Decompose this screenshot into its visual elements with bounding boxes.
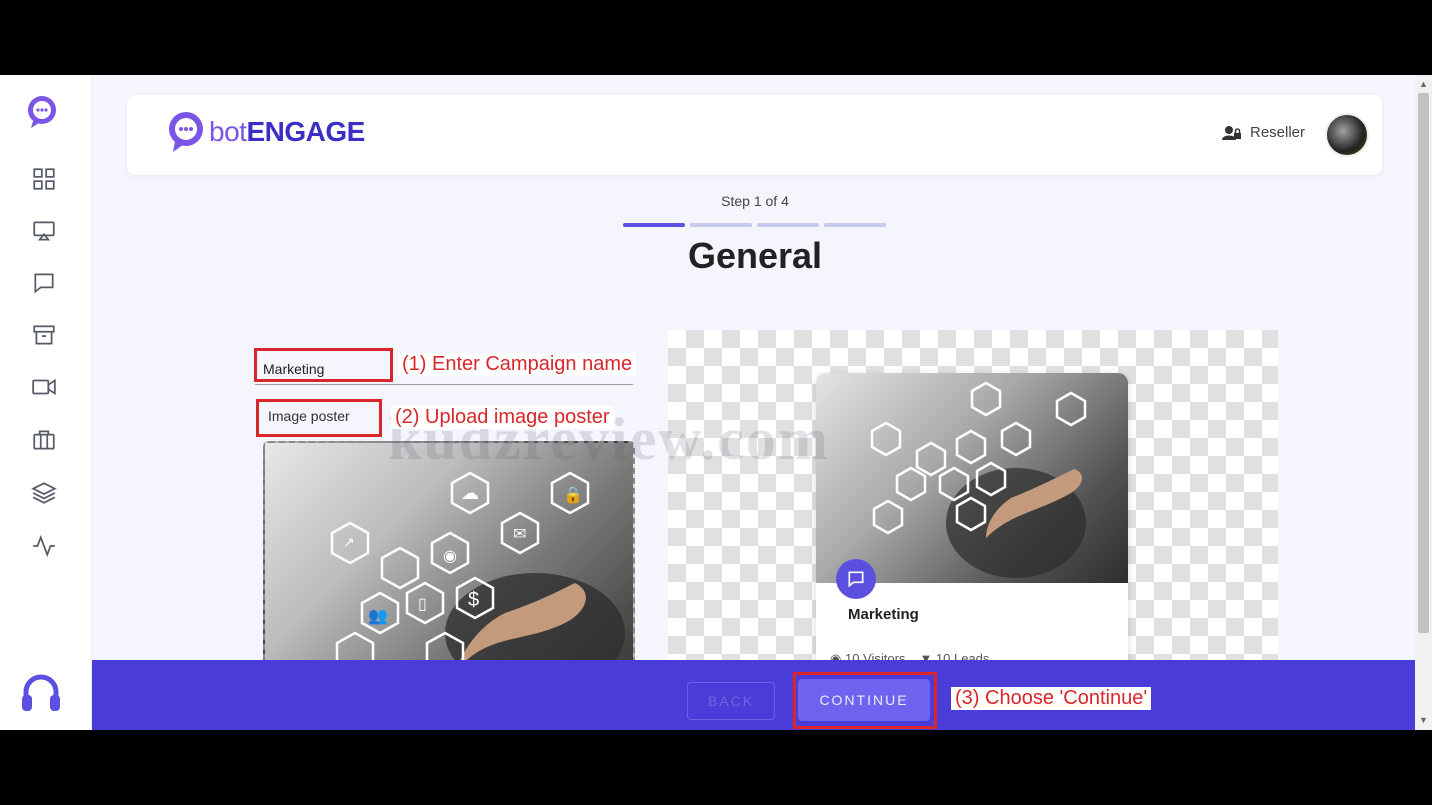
step-progress (623, 223, 886, 227)
scroll-up-arrow-icon[interactable]: ▲ (1419, 79, 1428, 89)
annotation-box-image-poster (256, 399, 382, 437)
archive-box-icon[interactable] (28, 319, 60, 351)
chat-logo-icon (169, 112, 203, 152)
top-header: botENGAGE Reseller (127, 95, 1382, 175)
layers-icon[interactable] (28, 477, 60, 509)
reseller-label: Reseller (1250, 124, 1306, 141)
scroll-down-arrow-icon[interactable]: ▼ (1419, 715, 1428, 725)
svg-text:☁: ☁ (461, 483, 479, 503)
video-camera-icon[interactable] (28, 371, 60, 403)
scrollbar-thumb[interactable] (1418, 93, 1429, 633)
poster-image: ☁ 🔒 ◉ ✉ $ ▯ 👥 ↗ (330, 471, 625, 669)
preview-card-title: Marketing (848, 606, 919, 623)
brand-name: botENGAGE (209, 116, 365, 147)
step-bar-1 (623, 223, 685, 227)
step-bar-2 (690, 223, 752, 227)
reseller-menu[interactable]: Reseller (1222, 124, 1305, 141)
svg-text:✉: ✉ (513, 526, 526, 543)
svg-text:👥: 👥 (368, 608, 388, 625)
back-button[interactable]: BACK (687, 682, 775, 720)
headphones-icon[interactable] (18, 670, 64, 716)
annotation-step1: (1) Enter Campaign name (398, 353, 637, 376)
chat-bubble-icon (836, 559, 876, 599)
wizard-footer: BACK CONTINUE (92, 660, 1415, 730)
svg-text:$: $ (468, 589, 479, 611)
annotation-step3: (3) Choose 'Continue' (951, 687, 1152, 710)
step-bar-3 (757, 223, 819, 227)
svg-text:▯: ▯ (418, 596, 427, 613)
user-avatar[interactable] (1325, 113, 1369, 157)
annotation-step2: (2) Upload image poster (391, 406, 614, 429)
step-bar-4 (824, 223, 886, 227)
preview-card: Marketing ◉ 10 Visitors ▼ 10 Leads (816, 373, 1128, 673)
brand-logo[interactable]: botENGAGE (167, 111, 365, 153)
preview-card-image (816, 373, 1128, 583)
sidebar (0, 75, 92, 730)
vertical-scrollbar[interactable]: ▲ ▼ (1415, 75, 1432, 730)
step-indicator-label: Step 1 of 4 (721, 193, 789, 209)
botengage-logo-icon[interactable] (25, 95, 59, 129)
svg-text:↗: ↗ (343, 534, 355, 550)
user-lock-icon (1222, 125, 1241, 140)
dashboard-grid-icon[interactable] (28, 163, 60, 195)
annotation-box-continue (793, 672, 937, 729)
svg-text:◉: ◉ (443, 548, 457, 565)
activity-pulse-icon[interactable] (28, 530, 60, 562)
app-screen: botENGAGE Reseller Step 1 of 4 General I… (0, 75, 1432, 730)
svg-text:🔒: 🔒 (563, 486, 583, 504)
briefcase-icon[interactable] (28, 424, 60, 456)
annotation-box-campaign-name (254, 348, 393, 382)
image-poster-upload[interactable]: ☁ 🔒 ◉ ✉ $ ▯ 👥 ↗ (263, 441, 635, 671)
campaign-preview: Marketing ◉ 10 Visitors ▼ 10 Leads (668, 330, 1278, 673)
page-title: General (687, 235, 823, 276)
